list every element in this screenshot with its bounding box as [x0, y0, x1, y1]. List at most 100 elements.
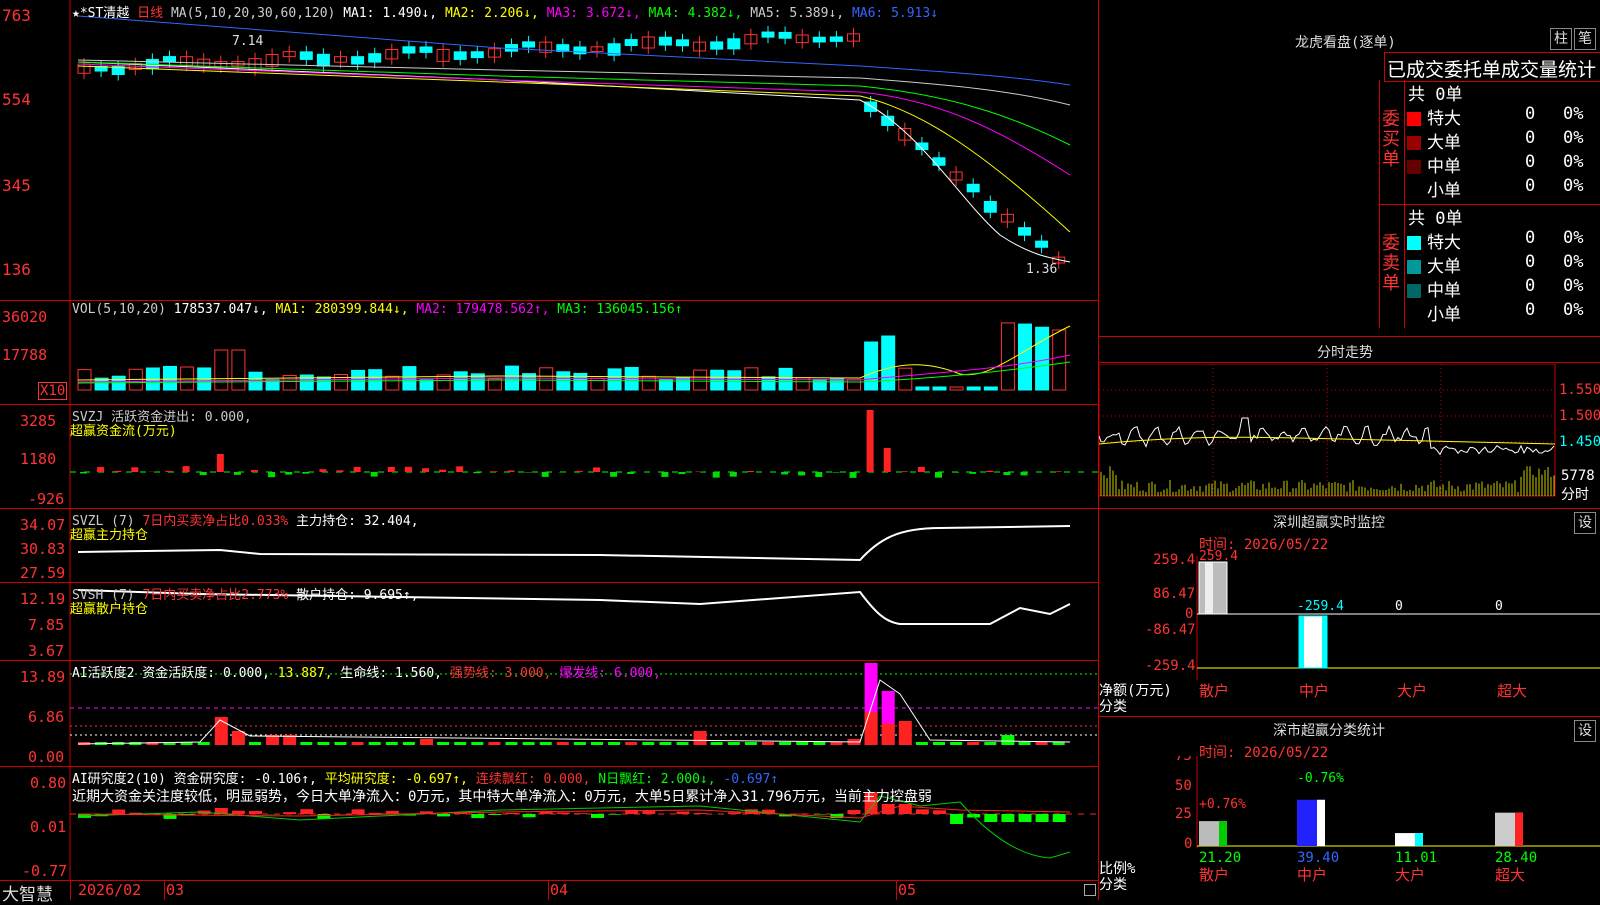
research-bar — [950, 814, 963, 824]
sm-y-tick: 0 — [1184, 836, 1192, 852]
ai2-v4: -0.697↑ — [723, 772, 778, 787]
svsh-sub: 超赢散户持仓 — [70, 598, 148, 617]
lock-icon[interactable] — [1084, 884, 1096, 896]
flow-bar — [542, 472, 549, 477]
sell-row-value: 0 — [1525, 252, 1535, 272]
flow-bar — [354, 467, 361, 472]
sm-value: 21.20 — [1199, 850, 1241, 866]
volume-bar — [830, 379, 843, 390]
activity-bar — [779, 742, 791, 745]
ai-research-panel[interactable]: AI研究度2(10) 资金研究度: -0.106↑, 平均研究度: -0.697… — [0, 766, 1099, 881]
ma1-value: MA1: 1.490↓, — [343, 6, 437, 21]
ai2-comment: 近期大资金关注度较低，明显弱势，今日大单净流入：0万元，其中特大单净流入：0万元… — [72, 786, 932, 806]
sz-unit2: 分类 — [1099, 696, 1127, 716]
sm-y-tick: 50 — [1175, 778, 1192, 794]
volume-bar — [386, 376, 399, 390]
svsh-hold: 散户持仓: 9.695↑, — [296, 588, 418, 603]
activity-bar — [454, 742, 466, 745]
activity-bar — [317, 742, 329, 745]
buy-row: 小单00% — [1407, 176, 1461, 201]
low-price-mark: 1.36 — [1026, 262, 1057, 277]
color-swatch — [1407, 184, 1421, 198]
price-panel[interactable]: ★*ST清越 日线 MA(5,10,20,30,60,120) MA1: 1.4… — [0, 0, 1099, 301]
sz-settings-button[interactable]: 设 — [1574, 512, 1596, 534]
research-bar — [728, 812, 741, 814]
volume-bar — [933, 387, 946, 390]
sm-unit2: 分类 — [1099, 874, 1127, 894]
sz-monitor-chart[interactable]: 259.486.470-86.47-259.4259.4-259.400散户中户… — [1099, 550, 1600, 700]
activity-bar — [745, 742, 757, 745]
volume-bar — [916, 387, 929, 390]
flow-bar — [234, 472, 241, 475]
ai-activity-panel[interactable]: AI活跃度2 资金活跃度: 0.000, 13.887, 生命线: 1.560,… — [0, 660, 1099, 767]
flow-bar — [490, 471, 497, 472]
svzl-panel[interactable]: SVZL (7) 7日内买卖净占比0.033% 主力持仓: 32.404, 超赢… — [0, 508, 1099, 583]
divider — [1099, 508, 1600, 509]
y-tick: 6.86 — [28, 708, 64, 726]
svzj-panel[interactable]: SVZJ 活跃资金进出: 0.000, 超赢资金流(万元) 3285 1180 … — [0, 404, 1099, 509]
period-label[interactable]: 日线 — [137, 6, 163, 21]
ai2-v2: 连续飘红: 0.000, — [476, 772, 591, 787]
flow-bar — [422, 468, 429, 472]
sm-y-tick: 75 — [1175, 756, 1192, 764]
activity-bar — [625, 742, 637, 745]
flow-bar — [986, 471, 993, 472]
flow-bar — [576, 471, 583, 472]
activity-bar — [557, 742, 569, 745]
high-price-mark: 7.14 — [232, 34, 263, 49]
volume-bar — [557, 372, 570, 390]
volume-bar — [677, 378, 690, 390]
sm-stats-title: 深市超赢分类统计 — [1273, 720, 1385, 740]
buy-row-value: 0 — [1525, 104, 1535, 124]
candle — [830, 37, 842, 41]
research-bar — [642, 811, 655, 814]
candle — [625, 40, 637, 46]
sm-bar-highlight — [1515, 813, 1523, 846]
activity-bar — [882, 723, 895, 745]
activity-bar — [437, 742, 449, 745]
flow-bar — [781, 472, 788, 474]
sell-row-pct: 0% — [1563, 300, 1583, 320]
flow-bar — [131, 467, 138, 472]
volume-bar — [454, 372, 467, 390]
bar-view-button[interactable]: 柱 — [1550, 28, 1572, 50]
x-label: 04 — [550, 881, 568, 899]
research-bar — [916, 809, 929, 814]
volume-bar — [403, 367, 416, 390]
intraday-y: 1.550 — [1559, 382, 1600, 398]
candle — [711, 42, 723, 49]
buy-row: 中单00% — [1407, 152, 1461, 177]
activity-bar — [728, 742, 740, 745]
volume-panel[interactable]: VOL(5,10,20) 178537.047↓, MA1: 280399.84… — [0, 300, 1099, 405]
volume-bar — [420, 380, 433, 390]
stats-header-box: 已成交委托单成交量统计 — [1384, 52, 1600, 82]
flow-bar — [456, 466, 463, 472]
svsh-panel[interactable]: SVSH (7) 7日内买卖净占比2.773% 散户持仓: 9.695↑, 超赢… — [0, 582, 1099, 661]
activity-bar — [352, 742, 364, 745]
stats-title: 已成交委托单成交量统计 — [1387, 55, 1596, 82]
sm-stats-chart[interactable]: 755025021.2039.4011.0128.40+0.76%-0.76%散… — [1099, 756, 1600, 900]
sm-bar-highlight — [1219, 821, 1227, 846]
volume-bar — [164, 366, 177, 390]
research-bar — [523, 814, 536, 817]
tick-view-button[interactable]: 笔 — [1574, 28, 1596, 50]
activity-bar — [659, 742, 671, 745]
volume-bar — [1001, 323, 1014, 390]
stock-name: ★*ST清越 — [72, 6, 129, 21]
buy-row-name: 中单 — [1427, 157, 1461, 177]
candle — [762, 32, 774, 37]
price-header: ★*ST清越 日线 MA(5,10,20,30,60,120) MA1: 1.4… — [72, 2, 938, 21]
buy-row: 特大00% — [1407, 104, 1461, 129]
candle — [659, 37, 671, 45]
volume-bar — [232, 350, 245, 390]
ai1-v1: 13.887, — [278, 666, 333, 681]
buy-row-name: 大单 — [1427, 133, 1461, 153]
y-tick: 27.59 — [20, 564, 65, 582]
sm-settings-button[interactable]: 设 — [1574, 720, 1596, 742]
divider — [548, 880, 549, 900]
svzl-hold: 主力持仓: 32.404, — [296, 514, 418, 529]
intraday-chart[interactable] — [1099, 364, 1600, 508]
y-tick: 554 — [2, 90, 31, 109]
flow-bar — [388, 467, 395, 472]
sell-row-value: 0 — [1525, 300, 1535, 320]
